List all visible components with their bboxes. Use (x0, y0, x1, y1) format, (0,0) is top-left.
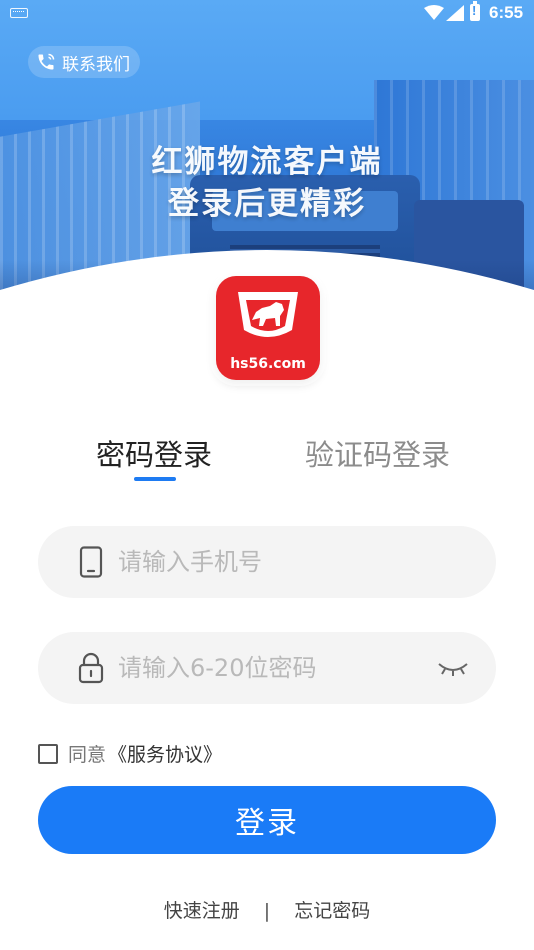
keyboard-icon (10, 8, 28, 18)
password-input[interactable] (118, 654, 418, 682)
agreement-prefix: 同意 (68, 744, 107, 766)
slogan-line-2: 登录后更精彩 (168, 186, 366, 222)
login-tabs: 密码登录 验证码登录 (0, 432, 534, 492)
tab-password-login[interactable]: 密码登录 (96, 432, 212, 474)
battery-icon (470, 1, 480, 21)
password-field (38, 632, 496, 704)
slogan-line-1: 红狮物流客户端 (151, 144, 383, 180)
lock-icon (76, 651, 106, 685)
tab-active-indicator (134, 477, 176, 481)
service-agreement-link[interactable]: 《服务协议》 (108, 740, 222, 767)
mobile-phone-icon (76, 545, 106, 579)
tab-code-login[interactable]: 验证码登录 (305, 432, 450, 474)
phone-input[interactable] (118, 548, 418, 576)
phone-field (38, 526, 496, 598)
login-button[interactable]: 登录 (38, 786, 496, 854)
lion-logo-icon (238, 292, 298, 337)
logo-domain-text: hs56.com (230, 356, 306, 372)
contact-us-button[interactable]: 联系我们 (28, 46, 140, 78)
status-bar: 6:55 (0, 0, 534, 28)
eye-closed-icon[interactable] (436, 656, 470, 680)
agreement-checkbox[interactable] (38, 743, 58, 764)
forgot-password-link[interactable]: 忘记密码 (294, 896, 370, 923)
phone-call-icon (36, 52, 56, 72)
contact-us-label: 联系我们 (62, 54, 130, 75)
quick-register-link[interactable]: 快速注册 (164, 896, 240, 923)
app-logo: hs56.com (216, 276, 320, 380)
agreement-row: 同意 《服务协议》 (38, 740, 222, 767)
wifi-icon (424, 5, 444, 20)
link-separator: | (263, 900, 271, 922)
bottom-links: 快速注册 | 忘记密码 (0, 896, 534, 923)
status-time: 6:55 (489, 3, 524, 22)
signal-icon (446, 5, 464, 21)
